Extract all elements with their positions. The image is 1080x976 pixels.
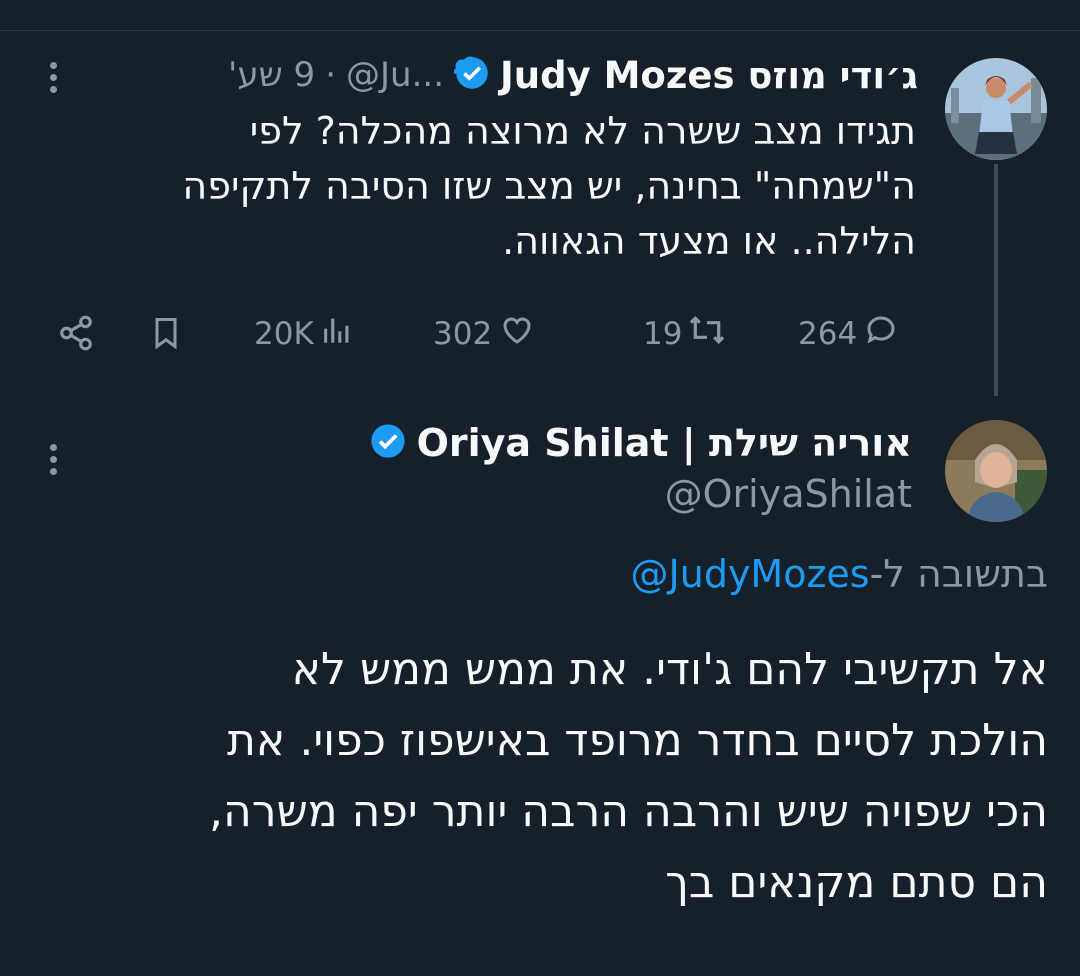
replying-to: בתשובה ל- @JudyMozes <box>631 552 1048 596</box>
parent-text-line: ה"שמחה" בחינה, יש מצב שזו הסיבה לתקיפה <box>182 164 916 208</box>
bookmark-button[interactable] <box>148 314 184 360</box>
share-button[interactable] <box>56 314 96 360</box>
views-icon <box>320 312 354 356</box>
reply-button[interactable]: 264 <box>798 312 899 356</box>
parent-handle[interactable]: @Ju... <box>346 55 444 95</box>
verified-badge-icon <box>452 55 490 95</box>
reply-text-line: הם סתם מקנאים בך <box>665 857 1048 908</box>
avatar-oriya[interactable] <box>945 420 1047 522</box>
share-icon <box>56 314 96 360</box>
parent-header: ג׳ודי מוזס Judy Mozes @Ju... · 9 שע' <box>228 50 918 100</box>
verified-badge-icon <box>369 422 407 464</box>
thread-connector <box>994 164 998 396</box>
like-count: 302 <box>433 316 493 352</box>
parent-more-icon[interactable] <box>50 62 60 98</box>
parent-text-line: תגידו מצב ששרה לא מרוצה מהכלה? לפי <box>249 109 916 153</box>
avatar-judy[interactable] <box>945 58 1047 160</box>
parent-display-name[interactable]: ג׳ודי מוזס Judy Mozes <box>500 54 918 97</box>
like-icon <box>498 312 536 356</box>
reply-handle[interactable]: @OriyaShilat <box>665 472 912 516</box>
reply-icon <box>863 312 899 356</box>
replying-to-handle[interactable]: @JudyMozes <box>631 552 870 596</box>
reply-count: 264 <box>798 316 858 352</box>
reply-text-line: הולכת לסיים בחדר מרופד באישפוז כפוי. את <box>227 715 1048 766</box>
reply-text-line: אל תקשיבי להם ג'ודי. את ממש ממש לא <box>291 644 1048 695</box>
retweet-icon <box>688 312 726 356</box>
parent-time[interactable]: 9 שע' <box>228 55 315 95</box>
retweet-count: 19 <box>643 316 683 352</box>
reply-more-icon[interactable] <box>50 444 60 480</box>
replying-to-prefix: בתשובה ל- <box>869 552 1048 596</box>
parent-text-line: הלילה.. או מצעד הגאווה. <box>502 219 916 263</box>
parent-separator: · <box>325 55 336 95</box>
reply-display-name[interactable]: אוריה שילת | Oriya Shilat <box>417 421 912 465</box>
reply-text: אל תקשיבי להם ג'ודי. את ממש ממש לא הולכת… <box>28 634 1048 918</box>
reply-header: אוריה שילת | Oriya Shilat <box>369 416 912 470</box>
bookmark-icon <box>148 314 184 360</box>
reply-text-line: הכי שפויה שיש והרבה הרבה יותר יפה משרה, <box>209 786 1048 837</box>
top-divider <box>0 30 1080 31</box>
like-button[interactable]: 302 <box>433 312 536 356</box>
views-button[interactable]: 20K <box>254 312 354 356</box>
retweet-button[interactable]: 19 <box>643 312 726 356</box>
parent-text: תגידו מצב ששרה לא מרוצה מהכלה? לפי ה"שמח… <box>36 104 916 269</box>
views-count: 20K <box>254 316 314 352</box>
